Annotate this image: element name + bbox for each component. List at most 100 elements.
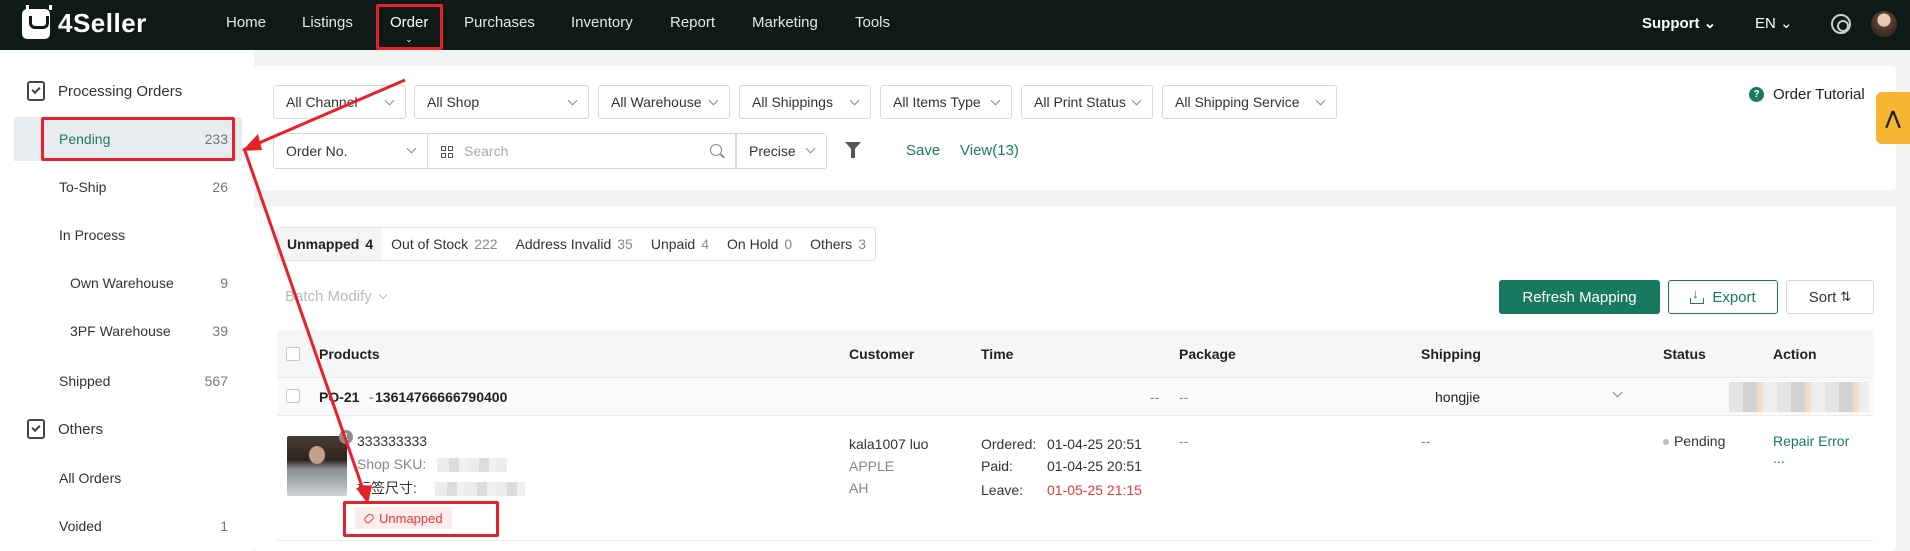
sidebar-item-voided[interactable]: Voided 1: [14, 504, 242, 548]
carrier-select[interactable]: hongjie: [1435, 389, 1480, 405]
tab-label: Unmapped: [287, 236, 360, 252]
tab-others[interactable]: Others 3: [801, 228, 875, 260]
sidebar-item-shipped[interactable]: Shipped 567: [14, 359, 242, 403]
tab-out-of-stock[interactable]: Out of Stock 222: [382, 228, 506, 260]
shop-select[interactable]: All Shop: [414, 85, 589, 119]
save-filter-button[interactable]: Save: [906, 142, 940, 159]
nav-report[interactable]: Report: [670, 14, 715, 31]
nav-listings[interactable]: Listings: [302, 14, 353, 31]
support-label: Support: [1642, 15, 1700, 32]
order-tutorial-link[interactable]: ? Order Tutorial: [1749, 86, 1865, 103]
settings-gear-icon[interactable]: [1831, 14, 1851, 34]
chevron-down-icon: [849, 95, 860, 106]
shippings-select[interactable]: All Shippings: [739, 85, 871, 119]
shipping-service-select[interactable]: All Shipping Service: [1162, 85, 1337, 119]
status-tabs: Unmapped 4 Out of Stock 222 Address Invali…: [277, 227, 876, 261]
shop-select-value: All Shop: [427, 94, 480, 110]
tab-count: 4: [365, 236, 374, 252]
order-po: PO-21: [319, 389, 360, 405]
blurred-tag-size: [435, 482, 525, 496]
package-value: --: [1179, 433, 1189, 449]
tab-unpaid[interactable]: Unpaid 4: [642, 228, 718, 260]
leave-time: 01-05-25 21:15: [1047, 482, 1142, 498]
logo[interactable]: 4Seller: [22, 4, 147, 39]
tab-unmapped[interactable]: Unmapped 4: [278, 228, 383, 260]
nav-tools[interactable]: Tools: [855, 14, 890, 31]
table-header: Products Customer Time Package Shipping …: [277, 330, 1874, 378]
print-status-select[interactable]: All Print Status: [1021, 85, 1153, 119]
blurred-sku: [437, 458, 507, 472]
print-status-select-value: All Print Status: [1034, 94, 1126, 110]
repair-error-link[interactable]: Repair Error: [1773, 433, 1849, 449]
sort-button[interactable]: Sort ⇅: [1786, 280, 1874, 314]
batch-modify-dropdown[interactable]: Batch Modify: [285, 288, 387, 305]
bag-logo-icon: [22, 4, 52, 39]
nav-inventory[interactable]: Inventory: [571, 14, 633, 31]
chevron-down-icon: [1131, 95, 1142, 106]
order-no-select[interactable]: Order No.: [273, 133, 428, 169]
tab-address-invalid[interactable]: Address Invalid 35: [507, 228, 642, 260]
sidebar-item-count: 233: [204, 131, 228, 147]
order-id: 13614766666790400: [375, 389, 508, 405]
order-checkbox[interactable]: [286, 389, 300, 403]
filter-icon[interactable]: [845, 142, 861, 158]
processing-orders-section[interactable]: Processing Orders: [27, 81, 182, 101]
status-badge: Pending: [1663, 433, 1725, 449]
tab-label: On Hold: [727, 236, 779, 252]
order-package: --: [1179, 389, 1189, 405]
chevron-down-icon: ⌄: [405, 34, 413, 44]
help-icon: ?: [1749, 87, 1764, 102]
language-menu[interactable]: EN ⌄: [1755, 14, 1793, 32]
tab-label: Unpaid: [650, 236, 696, 252]
items-type-select[interactable]: All Items Type: [880, 85, 1012, 119]
channel-select[interactable]: All Channel: [273, 85, 406, 119]
sidebar-item-3pf-warehouse[interactable]: 3PF Warehouse 39: [14, 309, 242, 353]
warehouse-select-value: All Warehouse: [611, 94, 702, 110]
assistant-tab-icon[interactable]: ⋀: [1876, 92, 1910, 144]
refresh-mapping-button[interactable]: Refresh Mapping: [1499, 280, 1660, 314]
product-thumbnail[interactable]: [287, 436, 347, 496]
precise-select[interactable]: Precise: [736, 133, 827, 169]
unmapped-badge[interactable]: Unmapped: [355, 507, 452, 529]
sidebar-item-label: Voided: [59, 518, 102, 534]
filter-panel: All Channel All Shop All Warehouse All S…: [254, 66, 1896, 190]
order-dash: --: [1150, 389, 1160, 405]
processing-orders-title: Processing Orders: [58, 82, 183, 100]
warehouse-select[interactable]: All Warehouse: [598, 85, 730, 119]
nav-home[interactable]: Home: [226, 14, 266, 31]
sidebar-item-label: To-Ship: [59, 179, 107, 195]
view-filters-button[interactable]: View(13): [960, 142, 1019, 159]
others-section[interactable]: Others: [27, 419, 103, 439]
chevron-down-icon: [1315, 95, 1326, 106]
export-button[interactable]: Export: [1668, 280, 1778, 314]
tab-count: 35: [617, 236, 633, 252]
sidebar-item-count: 567: [204, 373, 228, 389]
support-menu[interactable]: Support ⌄: [1642, 14, 1716, 32]
sort-label: Sort: [1808, 288, 1837, 306]
sidebar-item-in-process[interactable]: In Process: [14, 213, 242, 257]
chevron-down-icon: [805, 143, 816, 154]
nav-marketing[interactable]: Marketing: [752, 14, 818, 31]
tab-on-hold[interactable]: On Hold 0: [718, 228, 801, 260]
sidebar-item-count: 39: [212, 323, 228, 339]
more-actions-button[interactable]: ...: [1773, 450, 1785, 466]
sidebar-item-own-warehouse[interactable]: Own Warehouse 9: [14, 261, 242, 305]
tab-label: Others: [810, 236, 853, 252]
chevron-down-icon[interactable]: [1612, 387, 1623, 398]
sidebar-item-to-ship[interactable]: To-Ship 26: [14, 165, 242, 209]
nav-order[interactable]: Order ⌄: [390, 14, 428, 44]
precise-select-value: Precise: [749, 143, 796, 159]
search-icon[interactable]: [710, 144, 722, 156]
sidebar-item-all-orders[interactable]: All Orders: [14, 456, 242, 500]
shop-sku-label: Shop SKU:: [357, 456, 427, 472]
nav-purchases[interactable]: Purchases: [464, 14, 535, 31]
select-all-checkbox[interactable]: [286, 347, 300, 361]
language-label: EN: [1755, 15, 1776, 32]
column-header-time: Time: [981, 346, 1014, 362]
sidebar-item-label: 3PF Warehouse: [70, 323, 171, 339]
blurred-order-info: [1729, 382, 1869, 412]
chevron-down-icon: [567, 95, 578, 106]
sidebar-item-pending[interactable]: Pending 233: [14, 117, 242, 161]
user-avatar[interactable]: [1871, 11, 1897, 37]
search-input[interactable]: [464, 143, 694, 159]
